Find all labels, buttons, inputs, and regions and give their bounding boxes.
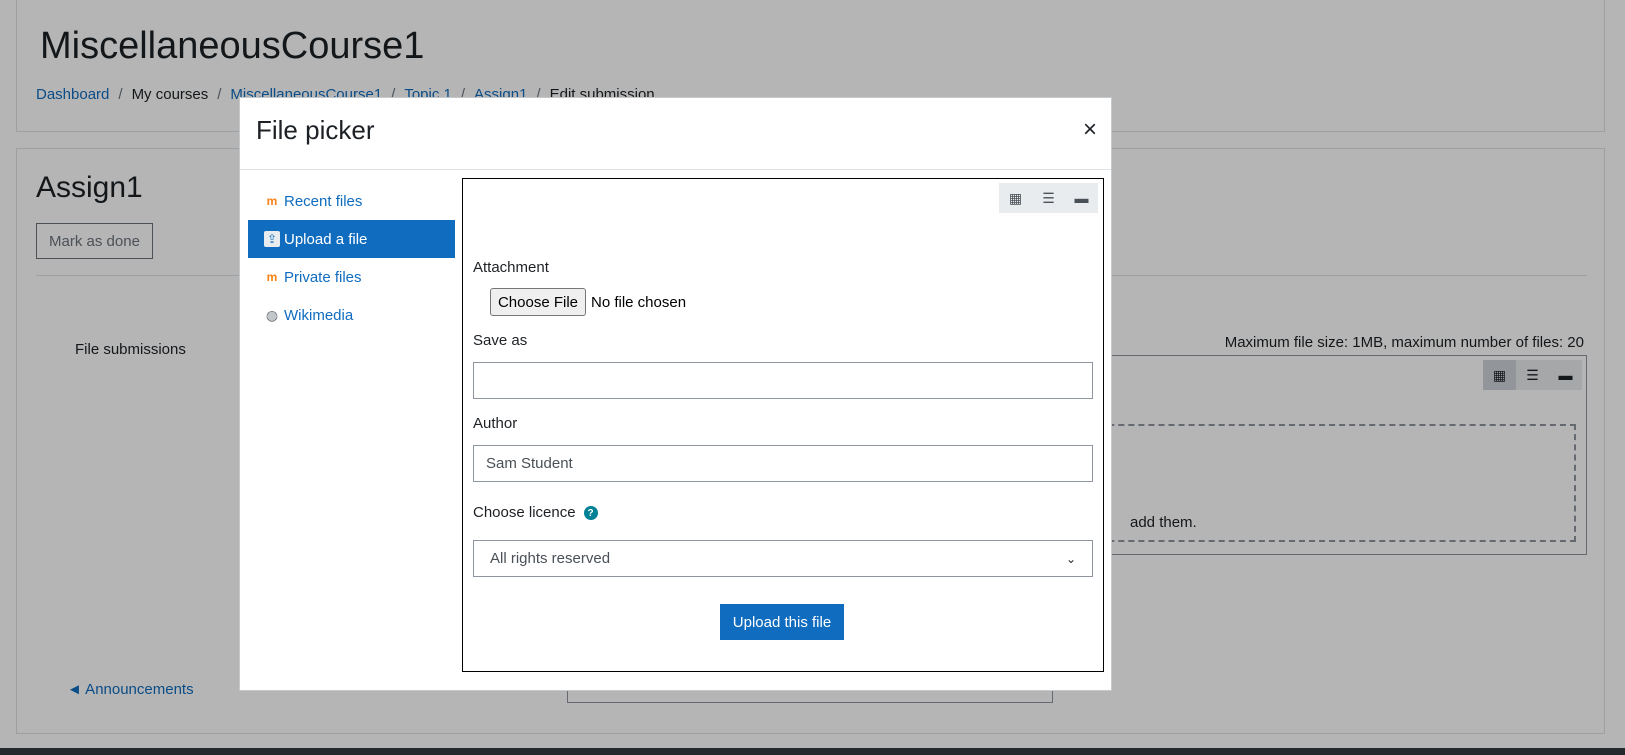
moodle-icon: m (266, 270, 278, 284)
licence-label: Choose licence (473, 504, 576, 521)
file-input-row: Choose File No file chosen (490, 288, 686, 316)
save-as-label: Save as (473, 332, 528, 349)
attachment-label: Attachment (473, 259, 549, 276)
no-file-text: No file chosen (591, 293, 687, 311)
chevron-down-icon: ⌄ (1065, 551, 1076, 566)
file-picker-content: ▦ ☰ ▬ Attachment Choose File No file cho… (462, 178, 1104, 672)
list-view-icon[interactable]: ☰ (1032, 183, 1065, 213)
repository-list: m Recent files ⇪ Upload a file m Private… (248, 182, 455, 334)
modal-title: File picker (256, 115, 375, 145)
view-toolbar: ▦ ☰ ▬ (999, 183, 1098, 213)
grid-view-icon[interactable]: ▦ (999, 183, 1032, 213)
licence-label-row: Choose licence? (473, 504, 598, 521)
author-input[interactable]: Sam Student (473, 445, 1093, 482)
save-as-input[interactable] (473, 362, 1093, 399)
close-icon[interactable]: × (1083, 118, 1097, 142)
licence-select[interactable]: All rights reserved ⌄ (473, 540, 1093, 577)
file-picker-modal: File picker × m Recent files ⇪ Upload a … (239, 97, 1112, 691)
repo-label: Upload a file (284, 230, 368, 248)
choose-file-button[interactable]: Choose File (490, 288, 586, 316)
repo-label: Private files (284, 268, 362, 286)
repo-upload-a-file[interactable]: ⇪ Upload a file (248, 220, 455, 258)
repo-label: Recent files (284, 192, 363, 210)
wikimedia-icon: ◍ (265, 306, 279, 323)
upload-icon: ⇪ (264, 231, 280, 247)
repo-wikimedia[interactable]: ◍ Wikimedia (248, 296, 455, 334)
help-icon[interactable]: ? (583, 506, 598, 521)
repo-private-files[interactable]: m Private files (248, 258, 455, 296)
author-label: Author (473, 415, 518, 432)
repo-label: Wikimedia (284, 306, 354, 324)
folder-view-icon[interactable]: ▬ (1065, 183, 1098, 213)
repo-recent-files[interactable]: m Recent files (248, 182, 455, 220)
moodle-icon: m (266, 194, 278, 208)
modal-header: File picker × (240, 98, 1111, 170)
licence-selected-value: All rights reserved (490, 550, 611, 567)
upload-file-button[interactable]: Upload this file (720, 604, 844, 640)
